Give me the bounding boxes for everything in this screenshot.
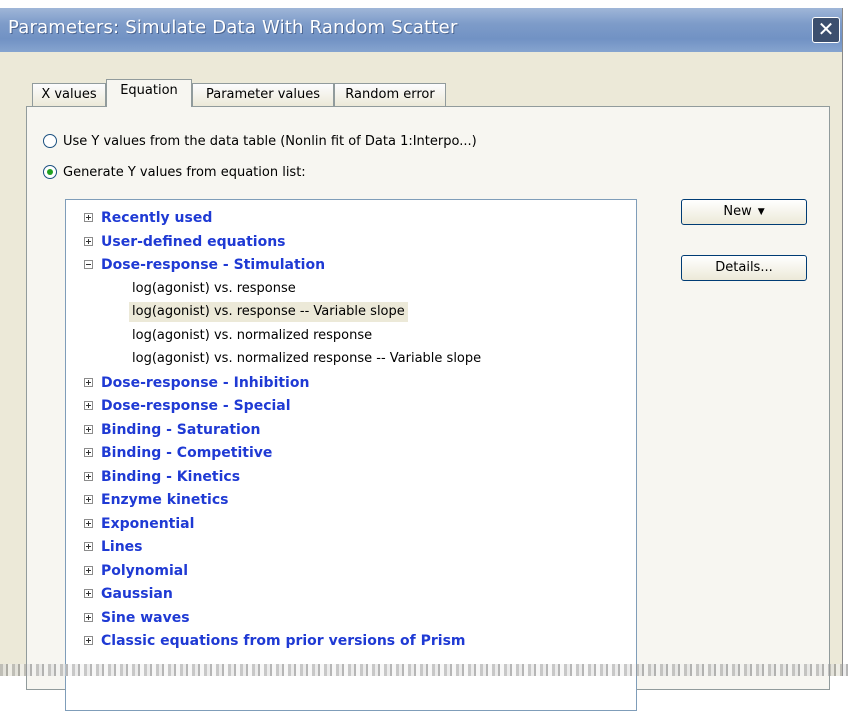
tree-equation-item[interactable]: log(agonist) vs. normalized response -- … xyxy=(66,348,636,370)
tree-category-label: Binding - Kinetics xyxy=(101,468,241,485)
window-title: Parameters: Simulate Data With Random Sc… xyxy=(8,17,458,38)
tree-category-label: Dose-response - Special xyxy=(101,398,291,414)
tree-category-binding-saturation[interactable]: Binding - Saturation xyxy=(66,419,636,441)
tree-category-binding-competitive[interactable]: Binding - Competitive xyxy=(66,442,636,464)
expand-icon[interactable] xyxy=(84,377,93,387)
tree-equation-label: log(agonist) vs. normalized response -- … xyxy=(132,351,482,366)
tree-category-dose-response-stimulation[interactable]: Dose-response - Stimulation xyxy=(66,254,636,276)
expand-icon[interactable] xyxy=(84,495,93,504)
expand-icon[interactable] xyxy=(84,236,93,246)
title-bar: Parameters: Simulate Data With Random Sc… xyxy=(0,8,842,52)
details-button[interactable]: Details... xyxy=(681,255,807,281)
tree-category-gaussian[interactable]: Gaussian xyxy=(66,583,636,605)
expand-icon[interactable] xyxy=(84,612,93,622)
expand-icon[interactable] xyxy=(84,448,93,457)
dialog-window: Parameters: Simulate Data With Random Sc… xyxy=(0,8,843,711)
tab-random-error[interactable]: Random error xyxy=(334,83,446,106)
expand-icon[interactable] xyxy=(84,518,93,528)
expand-icon[interactable] xyxy=(84,424,93,434)
new-button[interactable]: New ▼ xyxy=(681,199,807,225)
expand-icon[interactable] xyxy=(84,471,93,481)
tab-x-values[interactable]: X values xyxy=(32,83,106,106)
close-button[interactable]: ✕ xyxy=(812,17,840,43)
tree-category-recently-used[interactable]: Recently used xyxy=(66,207,636,229)
expand-icon[interactable] xyxy=(84,636,93,645)
use-table-values-radio[interactable] xyxy=(43,134,57,148)
tree-equation-label: log(agonist) vs. response -- Variable sl… xyxy=(129,302,408,322)
expand-icon[interactable] xyxy=(84,565,93,575)
tree-equation-label: log(agonist) vs. response xyxy=(132,280,296,296)
dropdown-arrow-icon: ▼ xyxy=(757,207,765,217)
expand-icon[interactable] xyxy=(84,401,93,410)
equation-tree[interactable]: Recently used User-defined equations Dose-… xyxy=(65,199,637,711)
tree-equation-item[interactable]: log(agonist) vs. response -- Variable sl… xyxy=(66,301,636,323)
tree-category-sine-waves[interactable]: Sine waves xyxy=(66,607,636,629)
generate-from-equation-label: Generate Y values from equation list: xyxy=(63,165,306,180)
tree-category-binding-kinetics[interactable]: Binding - Kinetics xyxy=(66,466,636,488)
use-table-values-label: Use Y values from the data table (Nonlin… xyxy=(63,134,477,149)
tree-category-label: Polynomial xyxy=(101,562,189,579)
expand-icon[interactable] xyxy=(84,213,93,222)
tree-equation-label: log(agonist) vs. normalized response xyxy=(132,327,373,343)
tree-equation-item[interactable]: log(agonist) vs. response xyxy=(66,278,636,300)
tree-category-dose-response-special[interactable]: Dose-response - Special xyxy=(66,395,636,417)
tree-equation-item[interactable]: log(agonist) vs. normalized response xyxy=(66,325,636,347)
tree-category-label: Sine waves xyxy=(101,609,190,626)
tree-category-label: Exponential xyxy=(101,515,195,532)
tree-category-label: Dose-response - Inhibition xyxy=(101,374,310,391)
tab-parameter-values[interactable]: Parameter values xyxy=(192,83,334,106)
generate-from-equation-radio[interactable] xyxy=(43,165,57,179)
tree-category-label: Enzyme kinetics xyxy=(101,492,229,508)
tab-equation[interactable]: Equation xyxy=(106,79,192,107)
tree-category-label: Lines xyxy=(101,539,143,555)
expand-icon[interactable] xyxy=(84,542,93,551)
tree-category-label: Classic equations from prior versions of… xyxy=(101,633,466,649)
tree-category-dose-response-inhibition[interactable]: Dose-response - Inhibition xyxy=(66,372,636,394)
tree-category-exponential[interactable]: Exponential xyxy=(66,513,636,535)
equation-tab-panel: Use Y values from the data table (Nonlin… xyxy=(26,106,830,711)
tree-category-polynomial[interactable]: Polynomial xyxy=(66,560,636,582)
radio-selected-dot xyxy=(47,169,53,175)
tree-category-lines[interactable]: Lines xyxy=(66,536,636,558)
tree-category-label: Dose-response - Stimulation xyxy=(101,257,326,273)
tree-category-label: User-defined equations xyxy=(101,233,286,250)
tree-category-user-defined-equations[interactable]: User-defined equations xyxy=(66,231,636,253)
tree-category-label: Recently used xyxy=(101,210,213,226)
tree-category-label: Binding - Competitive xyxy=(101,445,273,461)
new-button-label: New xyxy=(723,204,752,219)
tree-category-label: Gaussian xyxy=(101,586,173,602)
tree-category-label: Binding - Saturation xyxy=(101,421,261,438)
expand-icon[interactable] xyxy=(84,589,93,598)
image-edge-artifact xyxy=(0,664,848,676)
collapse-icon[interactable] xyxy=(84,260,93,269)
tree-category-enzyme-kinetics[interactable]: Enzyme kinetics xyxy=(66,489,636,511)
tree-category-classic-equations-from-prior-versions-of-prism[interactable]: Classic equations from prior versions of… xyxy=(66,630,636,652)
